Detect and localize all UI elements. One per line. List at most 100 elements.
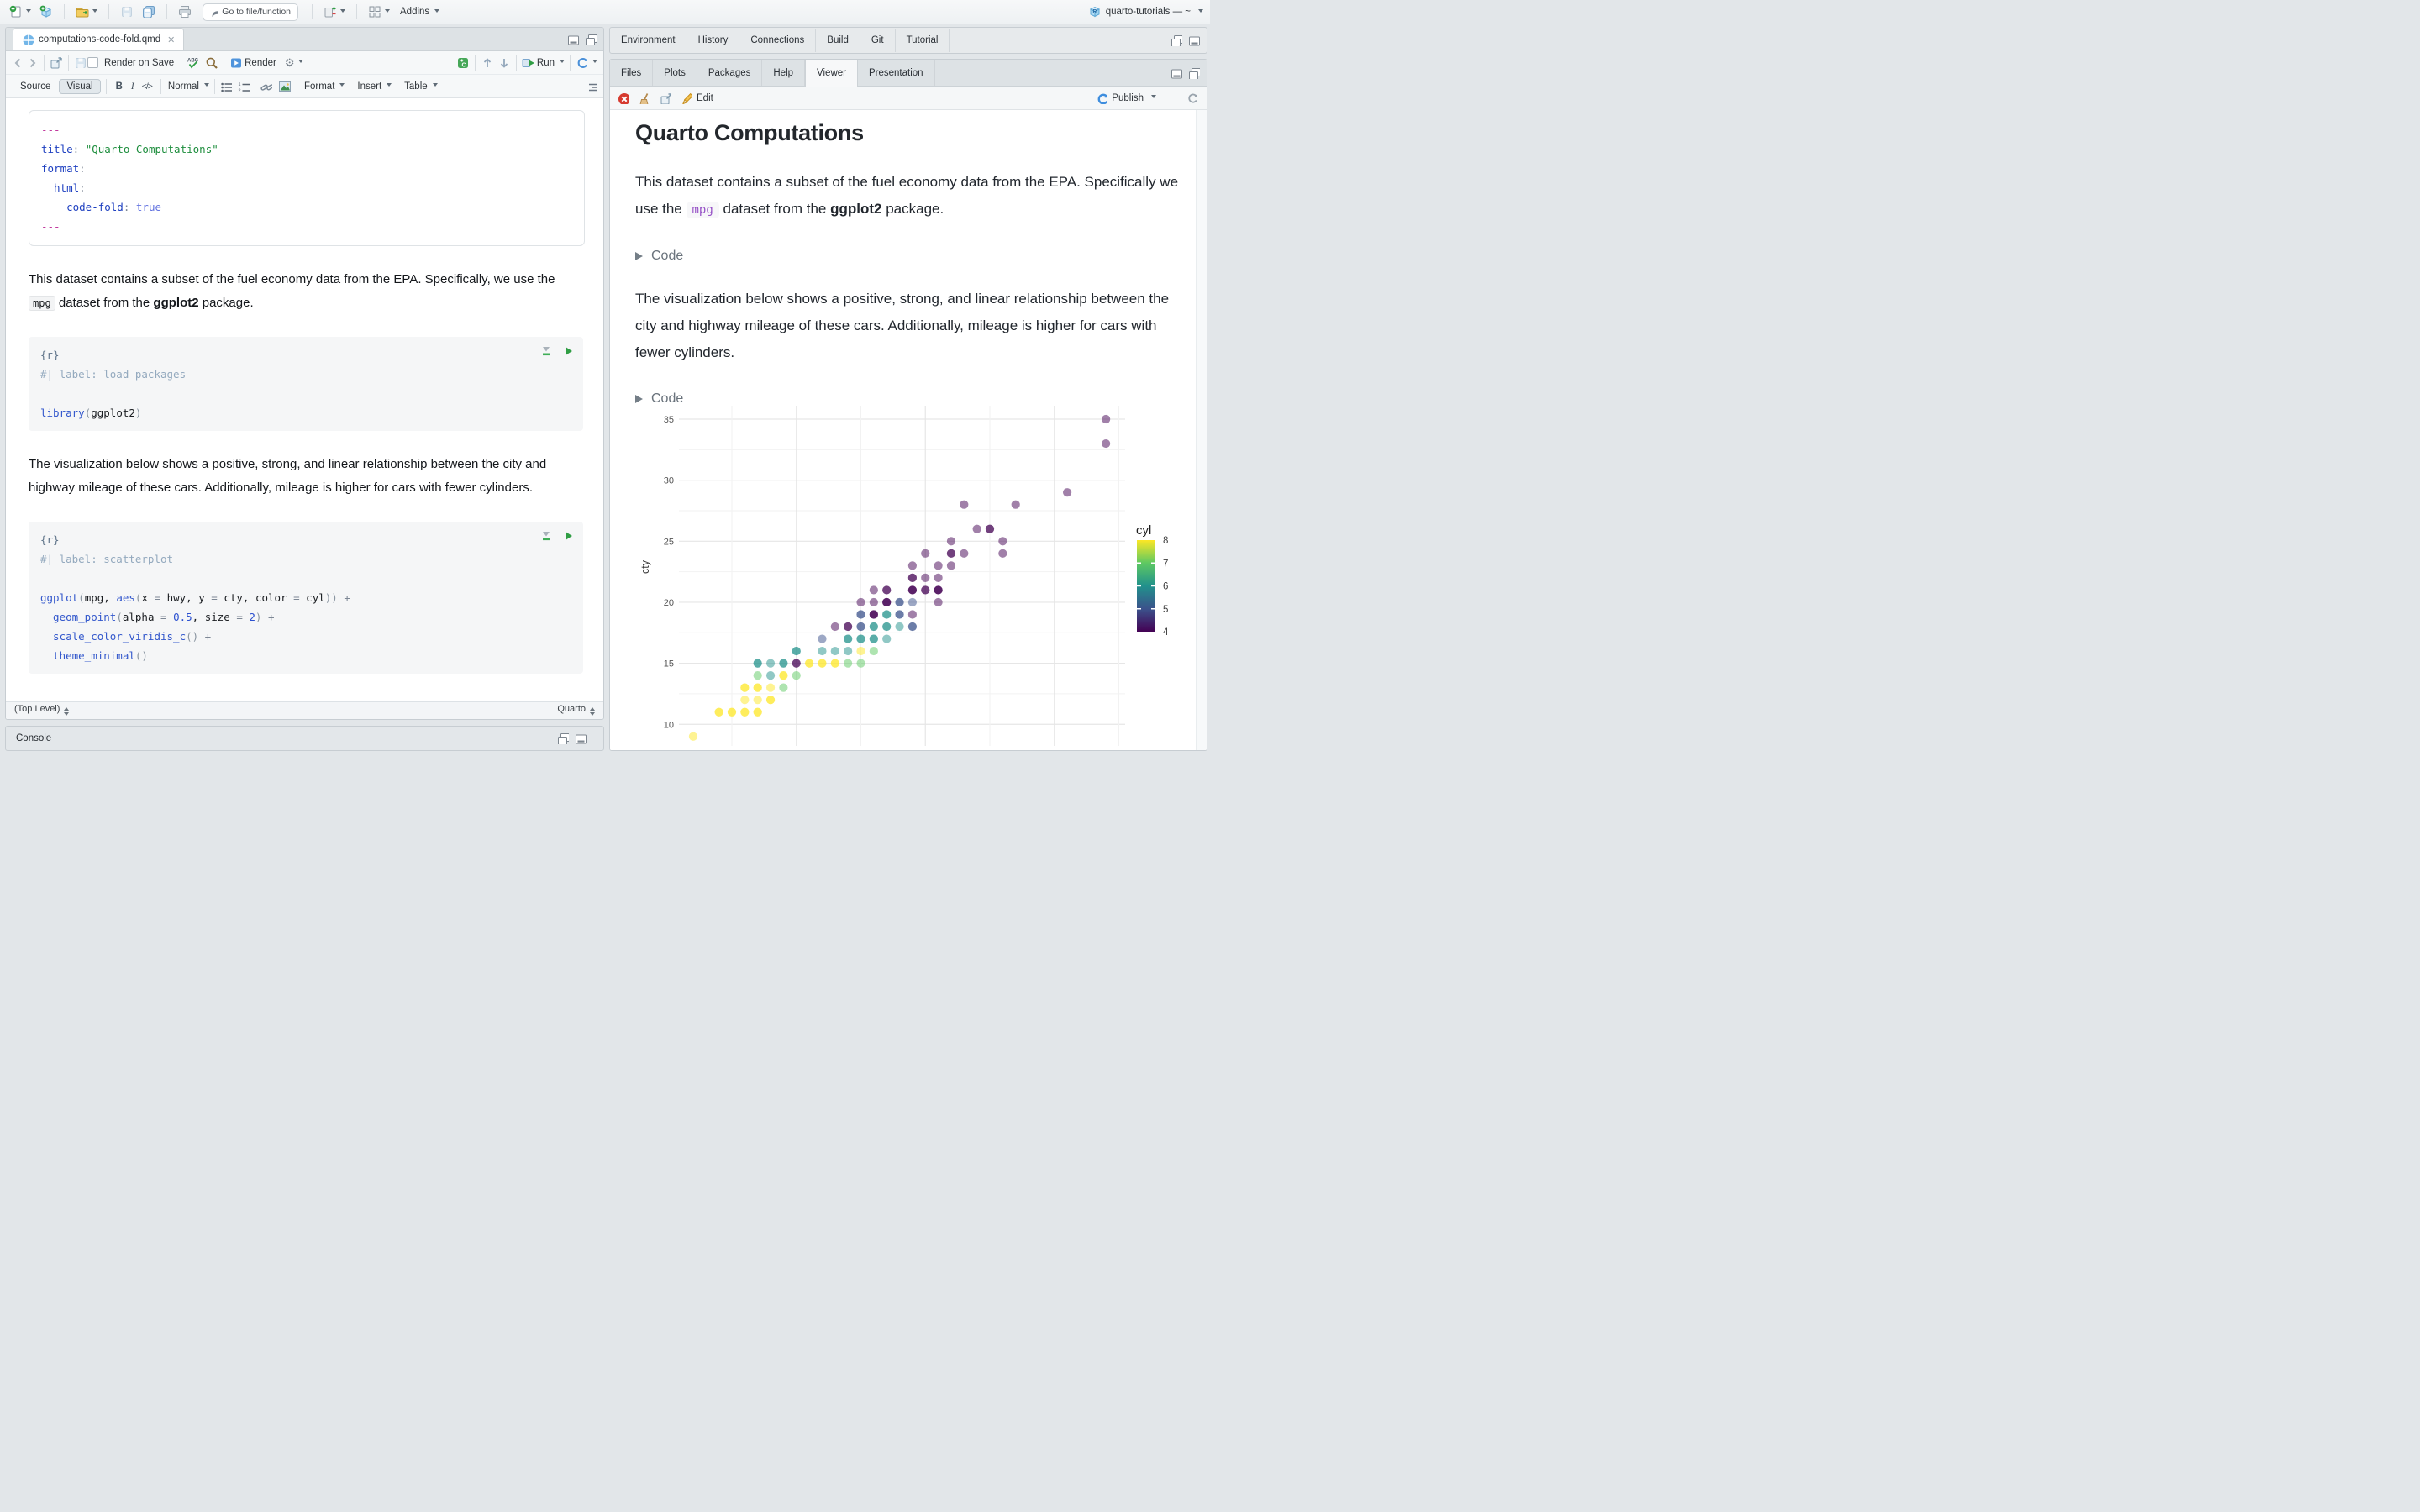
minimize-pane-icon[interactable] [1171, 67, 1182, 79]
console-title: Console [16, 733, 52, 743]
bullet-list-icon[interactable] [220, 81, 232, 92]
tab-viewer[interactable]: Viewer [805, 60, 858, 87]
code-format-button[interactable]: </> [139, 81, 155, 92]
outline-location-selector[interactable]: (Top Level) [14, 704, 70, 718]
go-next-section-icon[interactable] [497, 56, 511, 70]
popout-editor-icon[interactable] [50, 56, 63, 70]
tab-connections[interactable]: Connections [739, 29, 817, 52]
save-button[interactable] [118, 3, 136, 20]
publish-icon [1097, 92, 1108, 104]
save-doc-icon[interactable] [74, 56, 87, 70]
italic-button[interactable]: I [127, 81, 139, 92]
disclosure-triangle-icon [635, 395, 643, 403]
viewer-toolbar: Edit Publish [610, 87, 1207, 110]
code-fold-toggle[interactable]: Code [635, 249, 1207, 264]
insert-dropdown[interactable]: Insert [357, 81, 381, 92]
workspace-panes-button[interactable] [366, 3, 392, 20]
main-toolbar: Go to file/function Addins quarto-tutori… [0, 0, 1210, 24]
editor-status-bar: (Top Level) Quarto [6, 701, 603, 719]
insert-chunk-icon[interactable] [456, 56, 470, 70]
tab-plots[interactable]: Plots [653, 60, 697, 86]
render-icon[interactable] [229, 56, 243, 70]
print-button[interactable] [176, 3, 194, 20]
numbered-list-icon[interactable] [237, 81, 250, 92]
open-file-button[interactable] [73, 3, 100, 20]
run-chunk-icon[interactable] [561, 529, 573, 541]
editor-content[interactable]: --- title: "Quarto Computations" format: h… [6, 98, 603, 701]
maximize-pane-icon[interactable] [575, 732, 587, 744]
close-tab-icon[interactable]: ✕ [167, 34, 175, 45]
rendered-paragraph: The visualization below shows a positive… [635, 291, 1170, 360]
run-label[interactable]: Run [537, 58, 555, 68]
render-label[interactable]: Render [245, 58, 276, 68]
new-project-button[interactable] [37, 3, 55, 20]
link-icon[interactable] [260, 81, 272, 92]
tab-environment[interactable]: Environment [610, 29, 687, 52]
refresh-viewer-icon[interactable] [1186, 92, 1199, 105]
outline-toggle-icon[interactable] [586, 81, 597, 92]
run-chunk-icon[interactable] [561, 344, 573, 356]
editor-toolbar: Render on Save Render ⚙ Run [6, 51, 603, 75]
doc-type-selector[interactable]: Quarto [557, 704, 595, 718]
run-chunks-above-icon[interactable] [539, 529, 551, 541]
run-icon[interactable] [522, 56, 535, 70]
goto-file-function-input[interactable]: Go to file/function [203, 3, 298, 21]
svg-text:5: 5 [1163, 605, 1168, 615]
publish-button[interactable]: Publish [1096, 92, 1156, 104]
find-replace-icon[interactable] [205, 56, 218, 70]
render-settings-gear-icon[interactable]: ⚙ [285, 57, 295, 68]
code-chunk-load-packages[interactable]: {r} #| label: load-packages library(ggplo… [29, 337, 583, 431]
edit-button[interactable]: Edit [681, 92, 713, 104]
minimize-pane-icon[interactable] [1171, 34, 1182, 46]
minimize-pane-icon[interactable] [557, 732, 569, 744]
console-header[interactable]: Console [5, 726, 604, 751]
source-rerun-icon[interactable] [576, 56, 589, 70]
viewer-content: Quarto Computations This dataset contain… [610, 110, 1207, 750]
go-previous-section-icon[interactable] [481, 56, 494, 70]
chunk-code[interactable]: {r} #| label: load-packages library(ggplo… [40, 345, 571, 423]
image-icon[interactable] [278, 80, 292, 93]
editor-paragraph[interactable]: This dataset contains a subset of the fu… [29, 268, 583, 315]
bold-button[interactable]: B [112, 81, 127, 92]
tab-build[interactable]: Build [816, 29, 860, 52]
addins-menu[interactable]: Addins [396, 5, 442, 18]
popout-viewer-icon[interactable] [660, 92, 671, 104]
code-fold-toggle[interactable]: Code [635, 391, 1207, 407]
clear-viewer-icon[interactable] [639, 92, 650, 104]
paragraph-style-dropdown[interactable]: Normal [168, 81, 199, 92]
new-file-button[interactable] [7, 3, 34, 20]
viewer-scrollbar[interactable] [1196, 110, 1207, 750]
tab-help[interactable]: Help [762, 60, 806, 86]
editor-paragraph[interactable]: The visualization below shows a positive… [29, 453, 583, 500]
editor-tab-title: computations-code-fold.qmd [39, 34, 161, 45]
spellcheck-icon[interactable] [187, 56, 200, 70]
maximize-pane-icon[interactable] [1188, 34, 1200, 46]
goto-placeholder: Go to file/function [222, 7, 291, 17]
tab-files[interactable]: Files [610, 60, 654, 86]
visual-mode-button[interactable]: Visual [59, 78, 101, 94]
render-on-save-checkbox[interactable] [87, 57, 98, 68]
source-mode-button[interactable]: Source [13, 81, 57, 92]
tab-history[interactable]: History [687, 29, 740, 52]
format-dropdown[interactable]: Format [304, 81, 334, 92]
project-menu[interactable]: quarto-tutorials — ~ [1088, 5, 1203, 18]
forward-icon[interactable] [25, 56, 39, 70]
version-control-button[interactable] [321, 3, 348, 20]
run-chunks-above-icon[interactable] [539, 344, 551, 356]
save-all-button[interactable] [139, 3, 158, 20]
tab-packages[interactable]: Packages [697, 60, 763, 86]
source-pane: computations-code-fold.qmd ✕ Render on S… [5, 27, 604, 751]
back-icon[interactable] [12, 56, 25, 70]
table-dropdown[interactable]: Table [404, 81, 428, 92]
discard-viewer-icon[interactable] [618, 92, 629, 104]
chunk-code[interactable]: {r} #| label: scatterplot ggplot(mpg, aes… [40, 530, 571, 665]
tab-tutorial[interactable]: Tutorial [896, 29, 950, 52]
minimize-pane-icon[interactable] [567, 34, 579, 45]
maximize-pane-icon[interactable] [585, 34, 597, 45]
yaml-block[interactable]: --- title: "Quarto Computations" format: h… [29, 110, 585, 246]
editor-tab[interactable]: computations-code-fold.qmd ✕ [13, 28, 185, 50]
tab-git[interactable]: Git [860, 29, 896, 52]
maximize-pane-icon[interactable] [1188, 67, 1200, 79]
tab-presentation[interactable]: Presentation [858, 60, 935, 86]
code-chunk-scatterplot[interactable]: {r} #| label: scatterplot ggplot(mpg, aes… [29, 522, 583, 674]
